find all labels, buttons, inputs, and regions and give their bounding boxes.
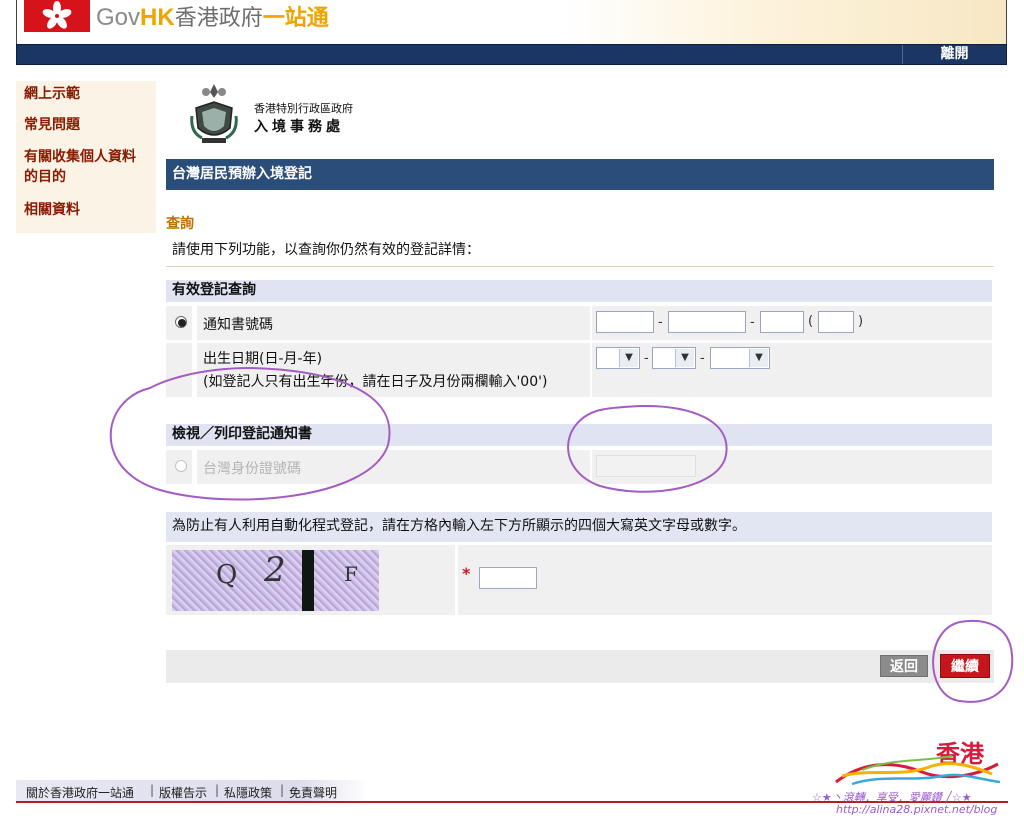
notice-number-part2-input[interactable] <box>668 311 746 333</box>
captcha-char-1: Q <box>216 560 238 590</box>
logo-zh-text: 香港政府 <box>174 6 263 31</box>
chevron-down-icon: ▼ <box>619 349 638 367</box>
tw-id-radio[interactable] <box>175 460 187 472</box>
sidebar-item-personal-data[interactable]: 有關收集個人資料 <box>24 147 136 167</box>
notice-check-digit-input[interactable] <box>818 311 854 333</box>
captcha-image: Q 2 F <box>172 550 379 611</box>
logo-zh2-text: 一站通 <box>262 6 329 31</box>
dob-dash-1: - <box>644 351 649 366</box>
watermark-url: http://alina28.pixnet.net/blog <box>836 803 998 816</box>
notice-paren-open: ( <box>808 314 814 329</box>
tw-id-radio-cell <box>166 450 192 484</box>
captcha-char-2: 2 <box>264 550 286 590</box>
sidebar-item-personal-data-2[interactable]: 的目的 <box>24 167 66 187</box>
footer-separator: | <box>215 783 220 797</box>
notice-number-label: 通知書號碼 <box>203 317 273 333</box>
footer-link-privacy[interactable]: 私隱政策 <box>224 784 272 801</box>
footer-separator: | <box>280 783 285 797</box>
tw-id-label: 台灣身份證號碼 <box>203 461 301 477</box>
tw-id-field-cell <box>592 450 992 484</box>
notice-dash-2: - <box>750 315 755 330</box>
dob-dash-2: - <box>700 351 705 366</box>
notice-number-part1-input[interactable] <box>596 311 654 333</box>
footer-link-about[interactable]: 關於香港政府一站通 <box>26 784 134 801</box>
immigration-crest-icon <box>186 82 242 146</box>
notice-dash-1: - <box>658 315 663 330</box>
dob-fields-cell: ▼ - ▼ - ▼ <box>592 343 992 397</box>
dob-label-cell: 出生日期(日-月-年) (如登記人只有出生年份，請在日子及月份兩欄輸入'00') <box>197 343 590 397</box>
required-mark: * <box>462 564 471 583</box>
tw-id-label-cell: 台灣身份證號碼 <box>197 450 590 484</box>
sidebar: 網上示範 常見問題 有關收集個人資料 的目的 相關資料 <box>16 81 156 233</box>
logo-gov-text: Gov <box>96 4 141 31</box>
captcha-char-3: F <box>344 562 358 586</box>
back-button[interactable]: 返回 <box>880 655 928 677</box>
notice-label-cell: 通知書號碼 <box>197 306 590 340</box>
notice-radio-cell <box>166 306 192 340</box>
top-nav-bar <box>16 44 1007 65</box>
footer-separator: | <box>150 783 155 797</box>
enquiry-description: 請使用下列功能，以查詢你仍然有效的登記詳情： <box>172 242 480 258</box>
footer-link-copyright[interactable]: 版權告示 <box>159 784 207 801</box>
bauhinia-flag-icon <box>24 0 90 32</box>
enquiry-heading: 查詢 <box>166 216 194 232</box>
captcha-noise-bar <box>302 550 314 611</box>
view-print-notice-heading: 檢視／列印登記通知書 <box>166 424 992 446</box>
action-bar <box>166 650 994 683</box>
notice-paren-close: ) <box>858 314 864 329</box>
notice-number-part3-input[interactable] <box>760 311 804 333</box>
govhk-logo[interactable]: GovHK香港政府一站通 <box>96 2 329 34</box>
valid-registration-heading: 有效登記查詢 <box>166 280 992 302</box>
sidebar-item-related-info[interactable]: 相關資料 <box>24 200 80 220</box>
captcha-instruction: 為防止有人利用自動化程式登記，請在方格內輸入左下方所顯示的四個大寫英文字母或數字… <box>166 512 992 542</box>
notice-number-radio[interactable] <box>175 316 187 328</box>
logo-hk-text: HK <box>140 4 175 31</box>
captcha-input-cell <box>458 545 992 615</box>
dob-hint: (如登記人只有出生年份，請在日子及月份兩欄輸入'00') <box>203 374 548 390</box>
brand-hongkong-icon <box>835 755 1001 786</box>
captcha-input[interactable] <box>479 567 537 589</box>
page-title: 台灣居民預辦入境登記 <box>166 159 994 190</box>
dob-label: 出生日期(日-月-年) <box>203 351 323 367</box>
sidebar-item-online-demo[interactable]: 網上示範 <box>24 84 80 104</box>
dob-month-select[interactable]: ▼ <box>652 347 696 369</box>
notice-fields-cell: - - ( ) <box>592 306 992 340</box>
dob-spacer-cell <box>166 343 192 397</box>
exit-button[interactable]: 離開 <box>902 45 1006 64</box>
continue-button[interactable]: 繼續 <box>940 654 990 678</box>
dob-day-select[interactable]: ▼ <box>596 347 640 369</box>
dob-year-select[interactable]: ▼ <box>710 347 770 369</box>
divider <box>166 266 994 267</box>
dept-name-line1: 香港特別行政區政府 <box>254 102 353 115</box>
footer-link-disclaimer[interactable]: 免責聲明 <box>289 784 337 801</box>
dept-name-line2: 入境事務處 <box>254 119 344 135</box>
sidebar-item-faq[interactable]: 常見問題 <box>24 115 80 135</box>
chevron-down-icon: ▼ <box>675 349 694 367</box>
chevron-down-icon: ▼ <box>749 349 768 367</box>
tw-id-input[interactable] <box>596 455 696 477</box>
